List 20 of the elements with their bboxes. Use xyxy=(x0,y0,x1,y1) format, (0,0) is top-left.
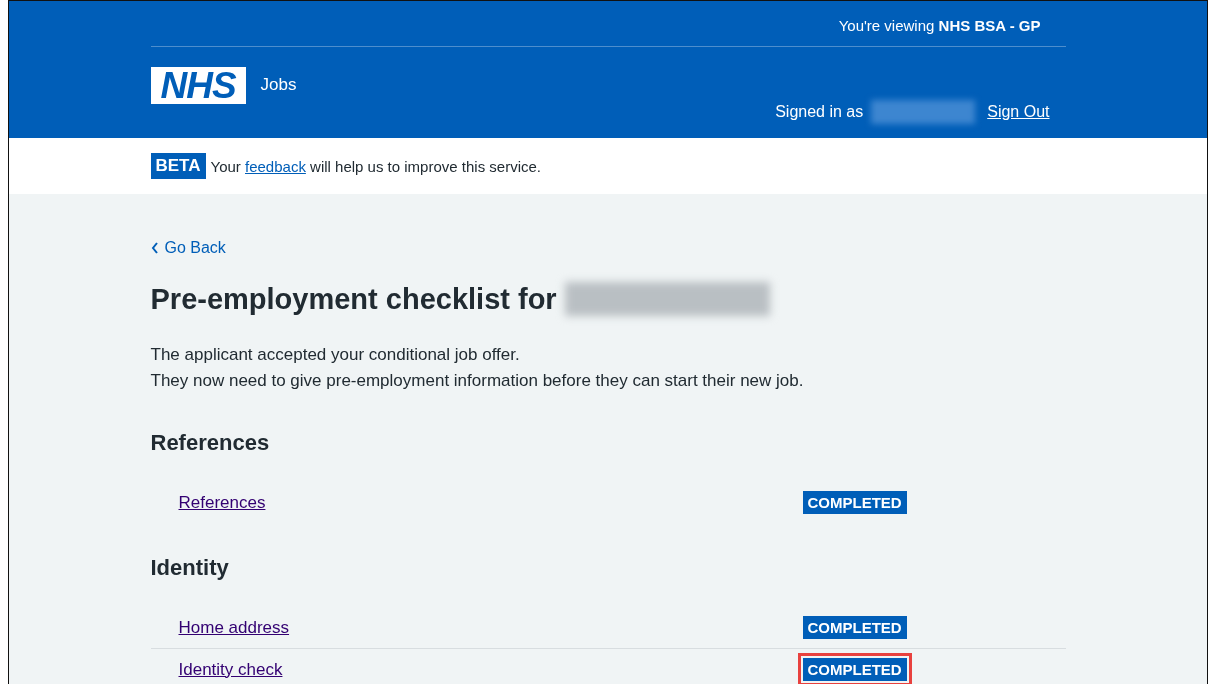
task-link[interactable]: Home address xyxy=(178,617,290,638)
service-name: Jobs xyxy=(260,75,297,95)
status-tag: COMPLETED xyxy=(802,658,907,681)
nhs-logo[interactable]: NHS xyxy=(150,67,246,104)
task-link[interactable]: References xyxy=(178,492,266,513)
section-heading: Identity xyxy=(150,554,230,582)
page-title: Pre-employment checklist for xyxy=(150,282,557,316)
go-back-link[interactable]: Go Back xyxy=(150,239,226,257)
task-link[interactable]: Identity check xyxy=(178,659,283,680)
beta-feedback-text: Your feedback will help us to improve this service. xyxy=(210,157,541,175)
signed-in-label: Signed in as xyxy=(775,103,864,121)
viewing-organisation-text: You're viewing NHS BSA - GP xyxy=(838,17,1041,34)
section-heading: References xyxy=(150,429,271,457)
sign-out-link[interactable]: Sign Out xyxy=(987,103,1050,121)
status-tag: COMPLETED xyxy=(802,616,907,639)
status-tag: COMPLETED xyxy=(802,491,907,514)
beta-tag: BETA xyxy=(150,153,206,179)
intro-text: The applicant accepted your conditional job offer. They now need to give pre-employment information before they can start their new job. xyxy=(150,344,805,392)
chevron-left-icon xyxy=(150,242,159,254)
feedback-link[interactable]: feedback xyxy=(245,157,306,175)
